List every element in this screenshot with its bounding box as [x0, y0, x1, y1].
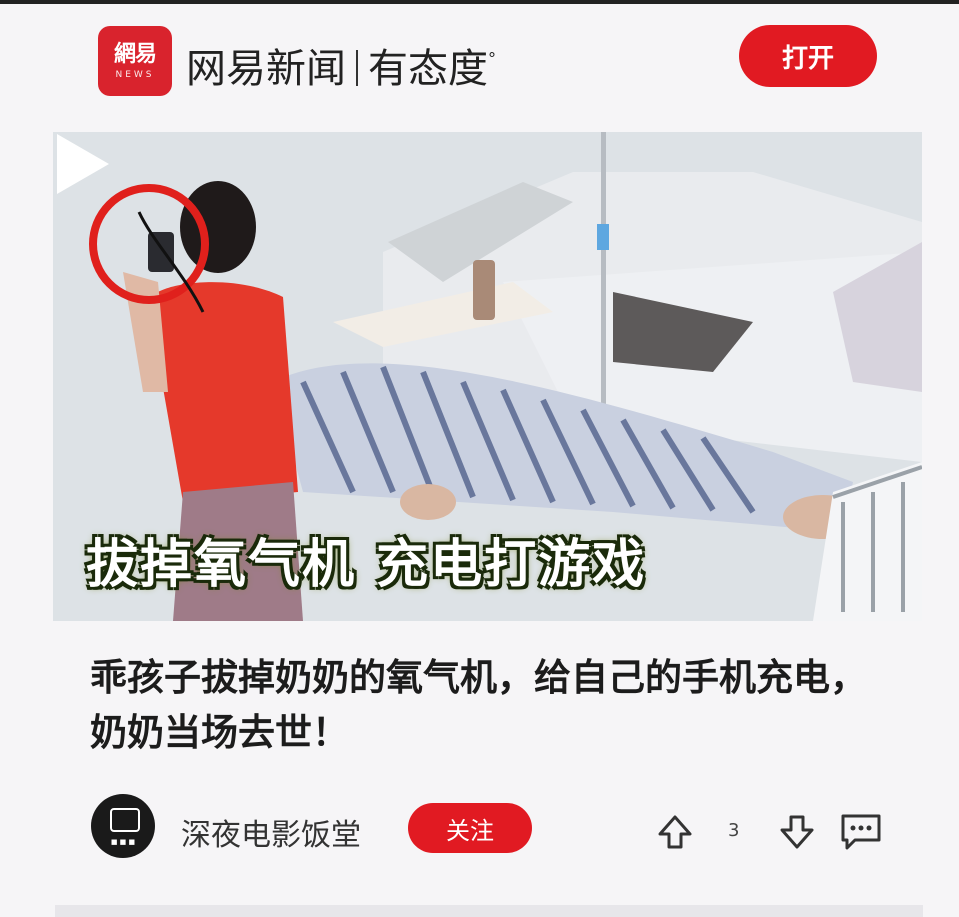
article-headline[interactable]: 乖孩子拔掉奶奶的氧气机，给自己的手机充电，奶奶当场去世！ [90, 650, 900, 760]
slogan-mark: ° [488, 49, 496, 68]
logo-text: 網易 [113, 42, 157, 67]
author-name[interactable]: 深夜电影饭堂 [181, 810, 361, 854]
brand-slogan: 有态度 [368, 46, 488, 92]
avatar-badge: ■ ■ ■ [110, 838, 136, 846]
play-icon[interactable] [53, 132, 113, 196]
logo-subtext: NEWS [115, 70, 155, 80]
vote-count: 3 [728, 820, 740, 841]
downvote-icon[interactable] [779, 814, 815, 850]
article-footer: ■ ■ ■ 深夜电影饭堂 关注 3 [0, 790, 959, 870]
brand-title: 网易新闻 有态度° [186, 36, 496, 94]
author-avatar[interactable]: ■ ■ ■ [91, 794, 155, 858]
brand-divider [356, 50, 358, 86]
netease-logo[interactable]: 網易 NEWS [98, 26, 172, 96]
video-caption: 拔掉氧气机 充电打游戏 [86, 535, 647, 595]
open-app-button[interactable]: 打开 [739, 25, 877, 87]
brand-name: 网易新闻 [186, 46, 346, 92]
follow-button[interactable]: 关注 [408, 803, 532, 853]
app-header: 網易 NEWS 网易新闻 有态度° 打开 [0, 4, 959, 114]
upvote-icon[interactable] [657, 814, 693, 850]
comment-icon[interactable] [839, 812, 883, 852]
camera-icon [110, 808, 140, 832]
next-card-edge [55, 905, 923, 917]
